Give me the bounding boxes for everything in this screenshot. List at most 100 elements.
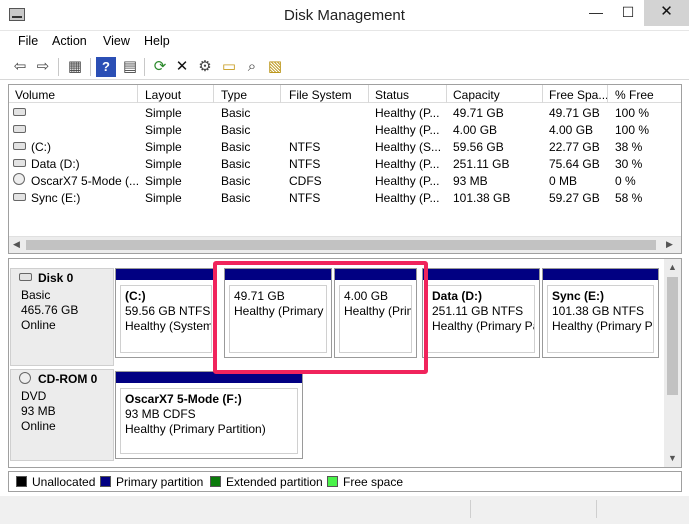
column-header-free-space[interactable]: Free Spa... [549, 88, 608, 102]
disk-0-label[interactable]: Disk 0 Basic 465.76 GB Online [10, 268, 114, 366]
volume-percent-free: 58 % [615, 191, 643, 205]
column-header-type[interactable]: Type [221, 88, 247, 102]
partition-title: OscarX7 5-Mode (F:) [125, 392, 242, 406]
volume-percent-free: 100 % [615, 106, 650, 120]
volume-type: Basic [221, 157, 251, 171]
cdrom-0-label[interactable]: CD-ROM 0 DVD 93 MB Online [10, 369, 114, 461]
delete-icon[interactable]: ✕ [172, 57, 192, 77]
menu-action[interactable]: Action [52, 34, 87, 48]
volume-percent-free: 38 % [615, 140, 643, 154]
settings-icon[interactable]: ⚙ [195, 57, 215, 77]
cd-volume-icon [13, 173, 25, 185]
column-divider[interactable] [542, 85, 543, 103]
column-header-percent-free[interactable]: % Free [615, 88, 654, 102]
partition-title: Sync (E:) [552, 289, 605, 303]
column-header-capacity[interactable]: Capacity [453, 88, 500, 102]
free-space-swatch [327, 476, 338, 487]
toolbar-separator [58, 58, 59, 76]
column-divider[interactable] [280, 85, 281, 103]
column-divider[interactable] [213, 85, 214, 103]
volume-list: Volume Layout Type File System Status Ca… [8, 84, 682, 254]
refresh-icon[interactable]: ⟳ [150, 57, 170, 77]
column-header-volume[interactable]: Volume [15, 88, 55, 102]
volume-row[interactable]: OscarX7 5-Mode (... Simple Basic CDFS He… [9, 172, 681, 189]
partition-size: 101.38 GB NTFS [552, 304, 645, 318]
partition-details: OscarX7 5-Mode (F:) 93 MB CDFS Healthy (… [120, 388, 298, 454]
vertical-scroll-thumb[interactable] [667, 277, 678, 395]
menu-help[interactable]: Help [144, 34, 170, 48]
partition-c[interactable]: (C:) 59.56 GB NTFS Healthy (System, Boot… [115, 268, 217, 358]
disk-volume-icon [13, 193, 26, 201]
partition-data-d[interactable]: Data (D:) 251.11 GB NTFS Healthy (Primar… [422, 268, 540, 358]
column-divider[interactable] [137, 85, 138, 103]
primary-partition-bar [116, 269, 216, 280]
vertical-scrollbar[interactable]: ▲ ▼ [664, 259, 681, 467]
volume-type: Basic [221, 123, 251, 137]
column-divider[interactable] [368, 85, 369, 103]
volume-row[interactable]: Data (D:) Simple Basic NTFS Healthy (P..… [9, 155, 681, 172]
console-tree-icon[interactable]: ▦ [65, 57, 85, 77]
hard-disk-icon [19, 273, 32, 281]
scroll-left-icon[interactable]: ◀ [13, 239, 20, 250]
scroll-right-icon[interactable]: ▶ [666, 239, 673, 250]
disk-name: CD-ROM 0 [38, 372, 98, 386]
help-icon[interactable]: ? [96, 57, 116, 77]
column-header-status[interactable]: Status [375, 88, 409, 102]
volume-file-system: NTFS [289, 157, 321, 171]
volume-capacity: 49.71 GB [453, 106, 504, 120]
search-icon[interactable]: ⌕ [242, 57, 262, 77]
volume-type: Basic [221, 106, 251, 120]
partition-sync-e[interactable]: Sync (E:) 101.38 GB NTFS Healthy (Primar… [542, 268, 659, 358]
open-folder-icon[interactable]: ▭ [219, 57, 239, 77]
disk-name: Disk 0 [38, 271, 74, 285]
volume-file-system: NTFS [289, 140, 321, 154]
minimize-button[interactable]: — [580, 0, 612, 26]
volume-layout: Simple [145, 106, 182, 120]
highlight-box [213, 261, 428, 374]
partition-size: 93 MB CDFS [125, 407, 196, 421]
volume-capacity: 251.11 GB [453, 157, 510, 171]
close-button[interactable]: ✕ [644, 0, 689, 26]
volume-percent-free: 30 % [615, 157, 643, 171]
volume-row[interactable]: Simple Basic Healthy (P... 49.71 GB 49.7… [9, 104, 681, 121]
unallocated-swatch [16, 476, 27, 487]
volume-name: Sync (E:) [31, 191, 81, 205]
column-header-layout[interactable]: Layout [145, 88, 181, 102]
status-bar [0, 496, 689, 524]
menu-view[interactable]: View [103, 34, 130, 48]
legend-label: Free space [343, 475, 404, 489]
scroll-down-icon[interactable]: ▼ [668, 453, 677, 463]
disk-volume-icon [13, 142, 26, 150]
partition-cdrom-f[interactable]: OscarX7 5-Mode (F:) 93 MB CDFS Healthy (… [115, 371, 303, 459]
volume-list-header: Volume Layout Type File System Status Ca… [9, 85, 681, 103]
volume-free-space: 0 MB [549, 174, 578, 188]
properties-sheet-icon[interactable]: ▤ [120, 57, 140, 77]
volume-free-space: 75.64 GB [549, 157, 600, 171]
partition-size: 59.56 GB NTFS [125, 304, 211, 318]
volume-row[interactable]: Simple Basic Healthy (P... 4.00 GB 4.00 … [9, 121, 681, 138]
volume-row[interactable]: Sync (E:) Simple Basic NTFS Healthy (P..… [9, 189, 681, 206]
volume-type: Basic [221, 140, 251, 154]
disk-state: Online [21, 318, 56, 332]
rescan-disks-icon[interactable]: ▧ [265, 57, 285, 77]
volume-row[interactable]: (C:) Simple Basic NTFS Healthy (S... 59.… [9, 138, 681, 155]
menu-bar: File Action View Help [0, 32, 689, 52]
back-arrow-icon[interactable]: ⇦ [10, 57, 30, 77]
legend-label: Unallocated [32, 475, 96, 489]
disk-size: 93 MB [21, 404, 56, 418]
horizontal-scrollbar[interactable]: ◀ ▶ [9, 236, 681, 253]
extended-partition-swatch [210, 476, 221, 487]
disk-size: 465.76 GB [21, 303, 79, 317]
forward-arrow-icon[interactable]: ⇨ [33, 57, 53, 77]
column-divider[interactable] [607, 85, 608, 103]
partition-title: Data (D:) [432, 289, 482, 303]
status-bar-separator [596, 500, 597, 518]
volume-layout: Simple [145, 174, 182, 188]
column-header-file-system[interactable]: File System [289, 88, 352, 102]
maximize-button[interactable]: ☐ [612, 0, 644, 26]
scroll-up-icon[interactable]: ▲ [668, 262, 677, 272]
column-divider[interactable] [446, 85, 447, 103]
cd-drive-icon [19, 372, 31, 384]
horizontal-scroll-thumb[interactable] [26, 240, 656, 250]
menu-file[interactable]: File [18, 34, 38, 48]
